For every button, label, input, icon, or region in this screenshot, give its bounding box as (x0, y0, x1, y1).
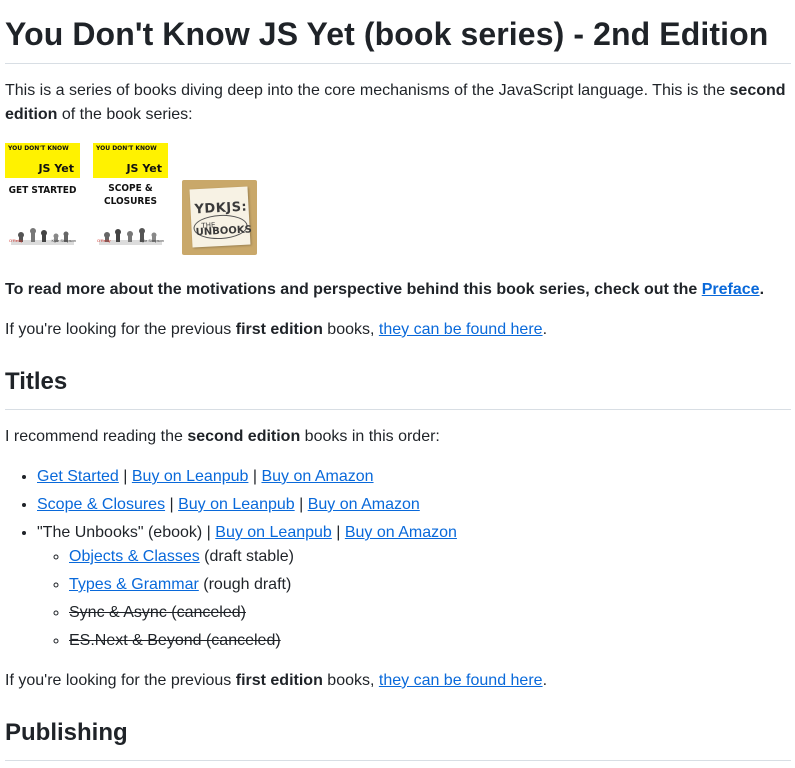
cover-unbooks[interactable]: YDKJS: THE UNBOOKS (182, 180, 257, 255)
amazon-link[interactable]: Buy on Amazon (308, 496, 420, 513)
cover-title-line1: SCOPE & (108, 183, 153, 194)
unbooks-line3: UNBOOKS (195, 224, 253, 239)
sublist-item: Sync & Async (canceled) (69, 601, 791, 629)
amazon-link[interactable]: Buy on Amazon (261, 468, 373, 485)
scope-closures-link[interactable]: Scope & Closures (37, 496, 165, 513)
cover-publisher: O'Reilly (9, 238, 23, 243)
titles-divider (5, 409, 791, 410)
cover-author: Kyle Simpson (139, 238, 164, 243)
cover-js-label: JS Yet (38, 162, 74, 175)
cover-js-label: JS Yet (126, 162, 162, 175)
unbooks-sublist: Objects & Classes (draft stable) Types &… (37, 545, 791, 657)
publishing-heading: Publishing (5, 719, 128, 746)
previous-edition-paragraph: If you're looking for the previous first… (5, 318, 791, 342)
separator: | (331, 524, 345, 541)
objects-classes-link[interactable]: Objects & Classes (69, 548, 200, 565)
types-grammar-link[interactable]: Types & Grammar (69, 576, 199, 593)
recommend-text: I recommend reading the (5, 428, 188, 445)
prev-period: . (542, 321, 548, 338)
list-item: Scope & Closures | Buy on Leanpub | Buy … (37, 493, 791, 521)
intro-text: This is a series of books diving deep in… (5, 82, 730, 99)
status-note: (draft stable) (199, 548, 294, 565)
recommend-after: books in this order: (300, 428, 440, 445)
titles-list: Get Started | Buy on Leanpub | Buy on Am… (5, 465, 791, 657)
cover-series-label: YOU DON'T KNOW (96, 145, 157, 152)
page-title: You Don't Know JS Yet (book series) - 2n… (5, 16, 769, 52)
previous-edition-paragraph-2: If you're looking for the previous first… (5, 669, 791, 693)
cover-title-line2: CLOSURES (104, 196, 157, 207)
separator: | (118, 468, 132, 485)
cover-title: GET STARTED (8, 185, 77, 196)
leanpub-link[interactable]: Buy on Leanpub (132, 468, 249, 485)
recommend-bold: second edition (187, 428, 301, 445)
publishing-divider (5, 760, 791, 761)
prev-bold: first edition (235, 321, 323, 338)
intro-text-after: of the book series: (57, 106, 193, 123)
motivation-text: To read more about the motivations and p… (5, 281, 702, 298)
status-note: (rough draft) (198, 576, 292, 593)
first-edition-link[interactable]: they can be found here (379, 321, 543, 338)
book-covers: YOU DON'T KNOW JS Yet GET STARTED O'Reil… (5, 143, 791, 255)
leanpub-link[interactable]: Buy on Leanpub (178, 496, 295, 513)
cover-author: Kyle Simpson (51, 238, 76, 243)
prev-middle: books, (322, 321, 379, 338)
separator: | (165, 496, 179, 513)
list-item: "The Unbooks" (ebook) | Buy on Leanpub |… (37, 521, 791, 657)
cover-publisher: O'Reilly (97, 238, 111, 243)
motivation-paragraph: To read more about the motivations and p… (5, 278, 791, 302)
list-item: Get Started | Buy on Leanpub | Buy on Am… (37, 465, 791, 493)
cover-series-label: YOU DON'T KNOW (8, 145, 69, 152)
prev-period: . (542, 672, 548, 689)
amazon-link[interactable]: Buy on Amazon (345, 524, 457, 541)
sublist-item: Types & Grammar (rough draft) (69, 573, 791, 601)
canceled-title: ES.Next & Beyond (canceled) (69, 632, 281, 649)
unbooks-label: "The Unbooks" (ebook) | (37, 524, 216, 541)
cover-get-started[interactable]: YOU DON'T KNOW JS Yet GET STARTED O'Reil… (5, 143, 80, 255)
recommend-paragraph: I recommend reading the second edition b… (5, 425, 791, 449)
first-edition-link[interactable]: they can be found here (379, 672, 543, 689)
preface-link[interactable]: Preface (702, 281, 760, 298)
prev-text: If you're looking for the previous (5, 321, 236, 338)
cover-scope-closures[interactable]: YOU DON'T KNOW JS Yet SCOPE & CLOSURES O… (93, 143, 168, 255)
leanpub-link[interactable]: Buy on Leanpub (215, 524, 332, 541)
intro-paragraph: This is a series of books diving deep in… (5, 79, 791, 127)
separator: | (248, 468, 262, 485)
titles-heading: Titles (5, 368, 68, 395)
sublist-item: ES.Next & Beyond (canceled) (69, 629, 791, 657)
sublist-item: Objects & Classes (draft stable) (69, 545, 791, 573)
unbooks-paper: YDKJS: THE UNBOOKS (189, 186, 253, 248)
prev-text: If you're looking for the previous (5, 672, 236, 689)
readme-page: You Don't Know JS Yet (book series) - 2n… (0, 0, 791, 761)
motivation-period: . (759, 281, 765, 298)
get-started-link[interactable]: Get Started (37, 468, 119, 485)
canceled-title: Sync & Async (canceled) (69, 604, 246, 621)
prev-bold: first edition (235, 672, 323, 689)
title-divider (5, 63, 791, 64)
separator: | (294, 496, 308, 513)
prev-middle: books, (322, 672, 379, 689)
